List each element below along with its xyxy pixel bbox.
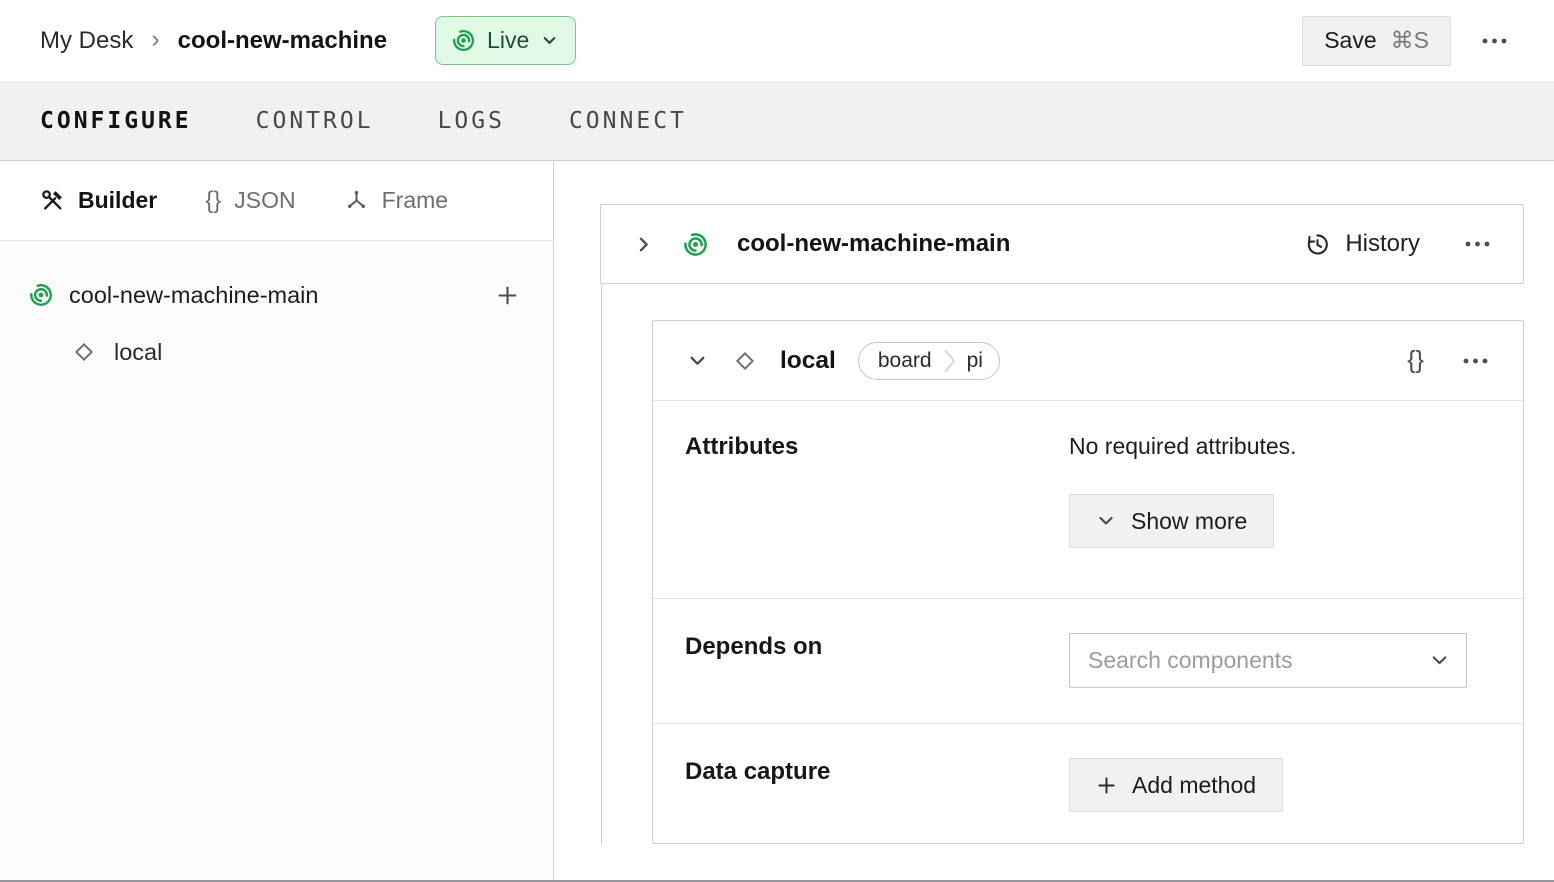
config-sidebar: Builder {} JSON [0, 161, 554, 880]
badge-model: pi [967, 349, 983, 373]
config-view-switcher: Builder {} JSON [0, 161, 553, 241]
tab-logs[interactable]: LOGS [438, 108, 505, 134]
tree-item-machine-main[interactable]: cool-new-machine-main [28, 271, 525, 319]
badge-type: board [878, 349, 932, 373]
add-component-button[interactable] [490, 278, 525, 313]
expand-part-button[interactable] [627, 228, 660, 261]
depends-on-section: Depends on [653, 598, 1523, 723]
component-card-header: local board pi {} [653, 321, 1523, 401]
view-builder-label: Builder [78, 187, 157, 214]
depends-on-search-input[interactable] [1088, 647, 1429, 674]
history-label: History [1345, 230, 1420, 258]
machine-card-more-button[interactable] [1458, 234, 1497, 254]
tree-connector-line [601, 284, 602, 844]
content: Builder {} JSON [0, 161, 1554, 880]
machine-tabs: CONFIGURE CONTROL LOGS CONNECT [0, 81, 1554, 161]
machine-part-tree: cool-new-machine-main local [0, 241, 553, 375]
component-type-badge: board pi [858, 342, 1000, 380]
collapse-component-button[interactable] [681, 344, 714, 377]
save-label: Save [1324, 27, 1376, 54]
tab-configure[interactable]: CONFIGURE [40, 108, 192, 134]
attributes-empty-text: No required attributes. [1069, 433, 1495, 460]
ellipsis-icon [1462, 357, 1489, 365]
chevron-right-icon [633, 234, 654, 255]
component-title: local [780, 347, 836, 375]
plus-icon [1096, 775, 1117, 796]
component-more-button[interactable] [1456, 351, 1495, 371]
machine-online-icon [28, 282, 54, 308]
chevron-right-icon [941, 346, 958, 376]
config-main: cool-new-machine-main [554, 161, 1554, 880]
show-more-button[interactable]: Show more [1069, 494, 1274, 548]
plus-icon [496, 284, 519, 307]
component-diamond-icon [732, 348, 758, 374]
breadcrumb-machine-name: cool-new-machine [178, 27, 387, 55]
depends-on-select[interactable] [1069, 633, 1467, 688]
chevron-down-icon [687, 350, 708, 371]
chevron-down-icon [1096, 511, 1116, 531]
view-frame[interactable]: Frame [344, 187, 448, 214]
breadcrumb-my-desk[interactable]: My Desk [40, 27, 133, 55]
machine-part-card: cool-new-machine-main [600, 204, 1524, 284]
header: My Desk › cool-new-machine Live Save ⌘S [0, 0, 1554, 81]
machine-online-icon [682, 231, 709, 258]
attributes-section: Attributes No required attributes. Show … [653, 401, 1523, 598]
show-more-label: Show more [1131, 508, 1247, 535]
ellipsis-icon [1464, 240, 1491, 248]
chevron-down-icon [540, 31, 559, 50]
data-capture-section: Data capture Add method [653, 723, 1523, 845]
live-label: Live [487, 27, 529, 54]
chevron-down-icon [1429, 650, 1450, 671]
tree-child-label: local [114, 339, 162, 366]
depends-on-label: Depends on [685, 633, 1069, 661]
save-button[interactable]: Save ⌘S [1302, 16, 1451, 66]
add-method-label: Add method [1132, 772, 1256, 799]
tab-connect[interactable]: CONNECT [569, 108, 687, 134]
view-json[interactable]: {} JSON [205, 187, 295, 215]
add-method-button[interactable]: Add method [1069, 758, 1283, 812]
attributes-label: Attributes [685, 433, 1069, 461]
machine-card-actions: History [1304, 230, 1497, 258]
component-diamond-icon [71, 339, 97, 365]
builder-tools-icon [40, 188, 65, 213]
machine-online-icon [451, 28, 476, 53]
component-card-actions: {} [1407, 346, 1495, 375]
braces-icon: {} [205, 187, 221, 215]
header-actions: Save ⌘S [1302, 16, 1514, 66]
history-icon [1304, 231, 1331, 258]
tab-control[interactable]: CONTROL [256, 108, 374, 134]
data-capture-label: Data capture [685, 758, 1069, 786]
save-shortcut: ⌘S [1391, 27, 1429, 54]
history-button[interactable]: History [1304, 230, 1420, 258]
edit-json-button[interactable]: {} [1407, 346, 1424, 375]
breadcrumb-separator: › [151, 25, 159, 54]
view-frame-label: Frame [382, 187, 448, 214]
view-builder[interactable]: Builder [40, 187, 157, 214]
view-json-label: JSON [234, 187, 295, 214]
tree-root-label: cool-new-machine-main [69, 282, 318, 309]
machine-part-title: cool-new-machine-main [737, 230, 1010, 258]
local-component-card: local board pi {} [652, 320, 1524, 844]
tree-item-local[interactable]: local [28, 329, 525, 375]
live-status-dropdown[interactable]: Live [435, 16, 576, 65]
ellipsis-icon [1481, 37, 1508, 45]
header-more-menu-button[interactable] [1475, 31, 1514, 51]
machine-page: My Desk › cool-new-machine Live Save ⌘S [0, 0, 1554, 882]
frame-axes-icon [344, 188, 369, 213]
breadcrumb: My Desk › cool-new-machine [40, 26, 387, 55]
